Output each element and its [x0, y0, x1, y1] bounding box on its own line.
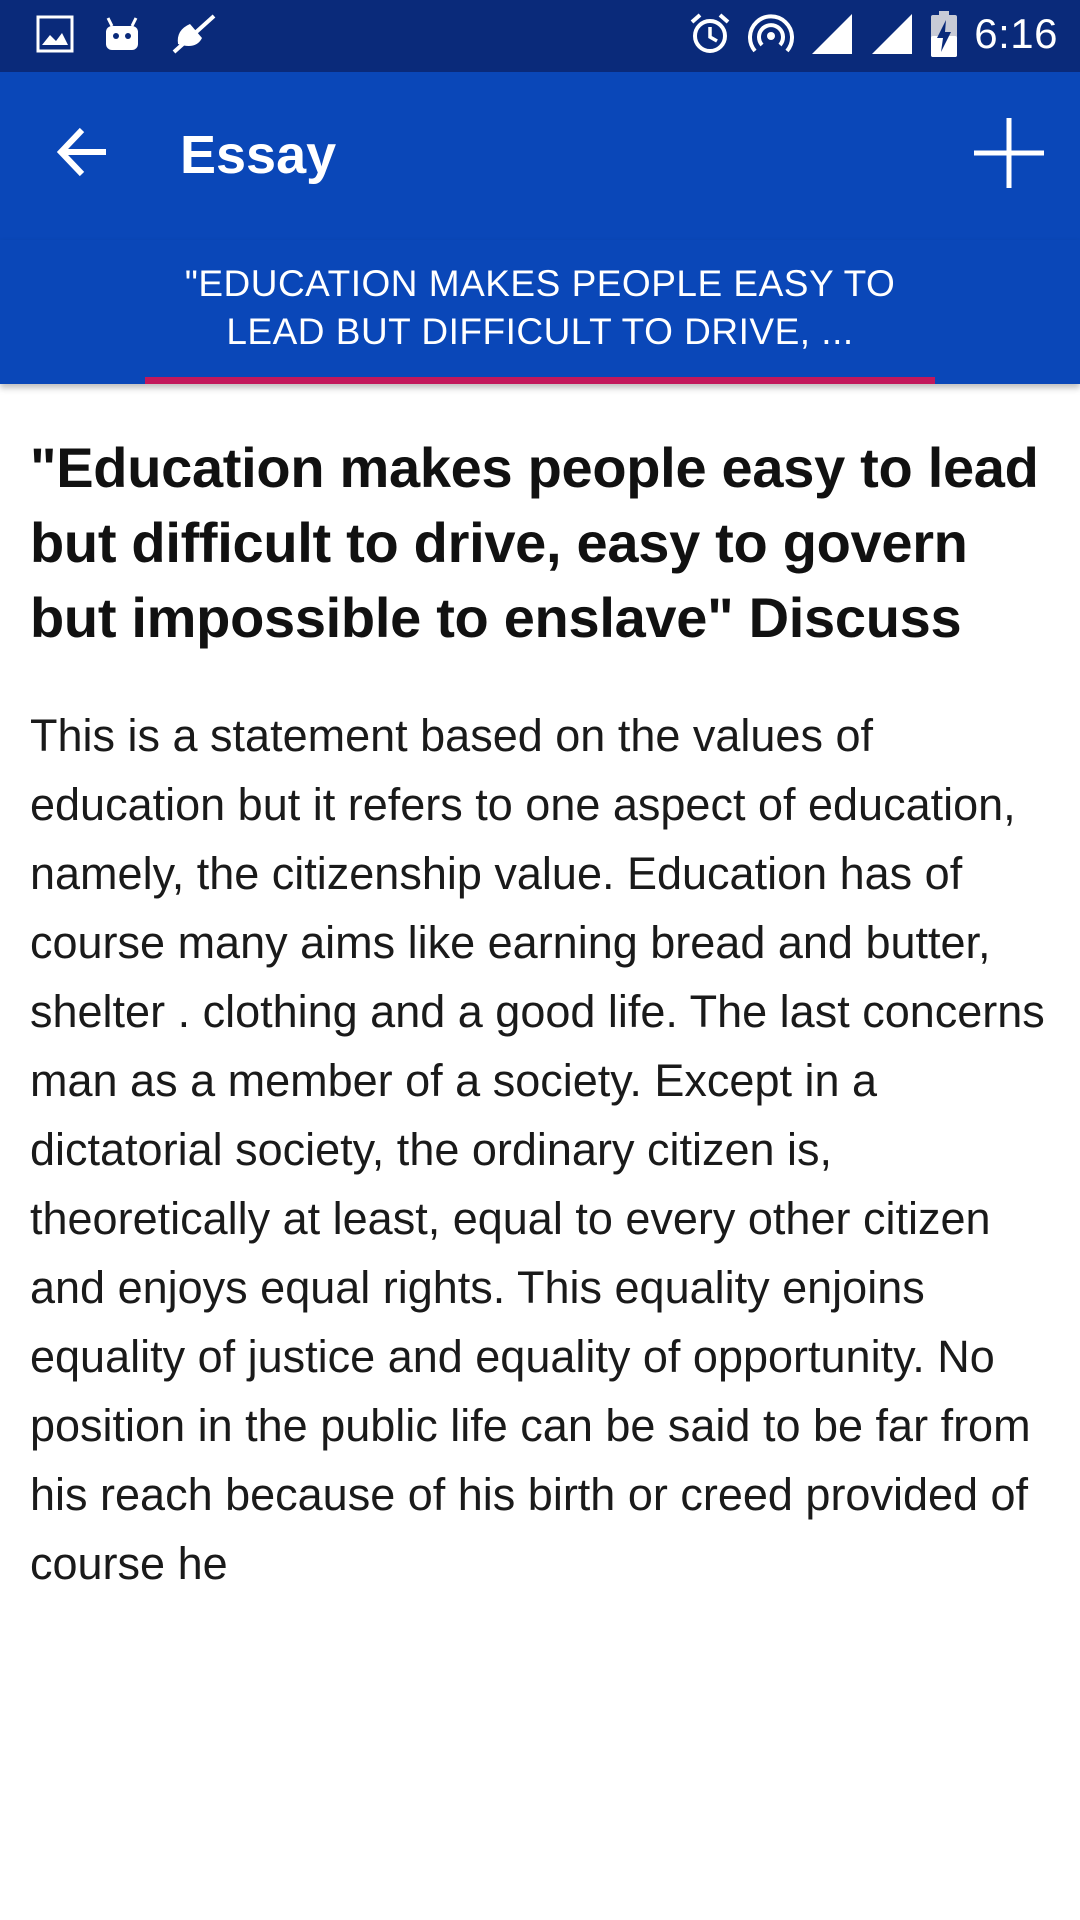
android-icon	[102, 14, 142, 54]
alarm-icon	[688, 12, 732, 56]
system-icons: 6:16	[688, 10, 1058, 58]
status-bar: 6:16	[0, 0, 1080, 72]
notification-icons	[36, 14, 216, 54]
signal-icon	[870, 12, 914, 56]
clock: 6:16	[974, 10, 1058, 57]
article-content[interactable]: "Education makes people easy to lead but…	[30, 430, 1050, 1760]
app-bar: Essay	[0, 72, 1080, 240]
tab-indicator	[145, 377, 935, 384]
tab-strip: "EDUCATION MAKES PEOPLE EASY TO LEAD BUT…	[0, 240, 1080, 384]
page-title: Essay	[180, 125, 337, 185]
essay-body: This is a statement based on the values …	[30, 710, 1045, 1589]
battery-charging-icon	[930, 10, 958, 58]
essay-title: "Education makes people easy to lead but…	[30, 436, 1039, 649]
plus-icon	[974, 118, 1044, 188]
signal-icon	[810, 12, 854, 56]
tab-label: "EDUCATION MAKES PEOPLE EASY TO LEAD BUT…	[184, 263, 896, 352]
image-icon	[36, 15, 74, 53]
arrow-left-icon	[56, 127, 106, 177]
hotspot-icon	[748, 12, 795, 56]
add-button[interactable]	[972, 116, 1046, 190]
tab-essay[interactable]: "EDUCATION MAKES PEOPLE EASY TO LEAD BUT…	[145, 240, 935, 384]
back-button[interactable]	[54, 122, 114, 182]
mute-icon	[170, 14, 216, 54]
